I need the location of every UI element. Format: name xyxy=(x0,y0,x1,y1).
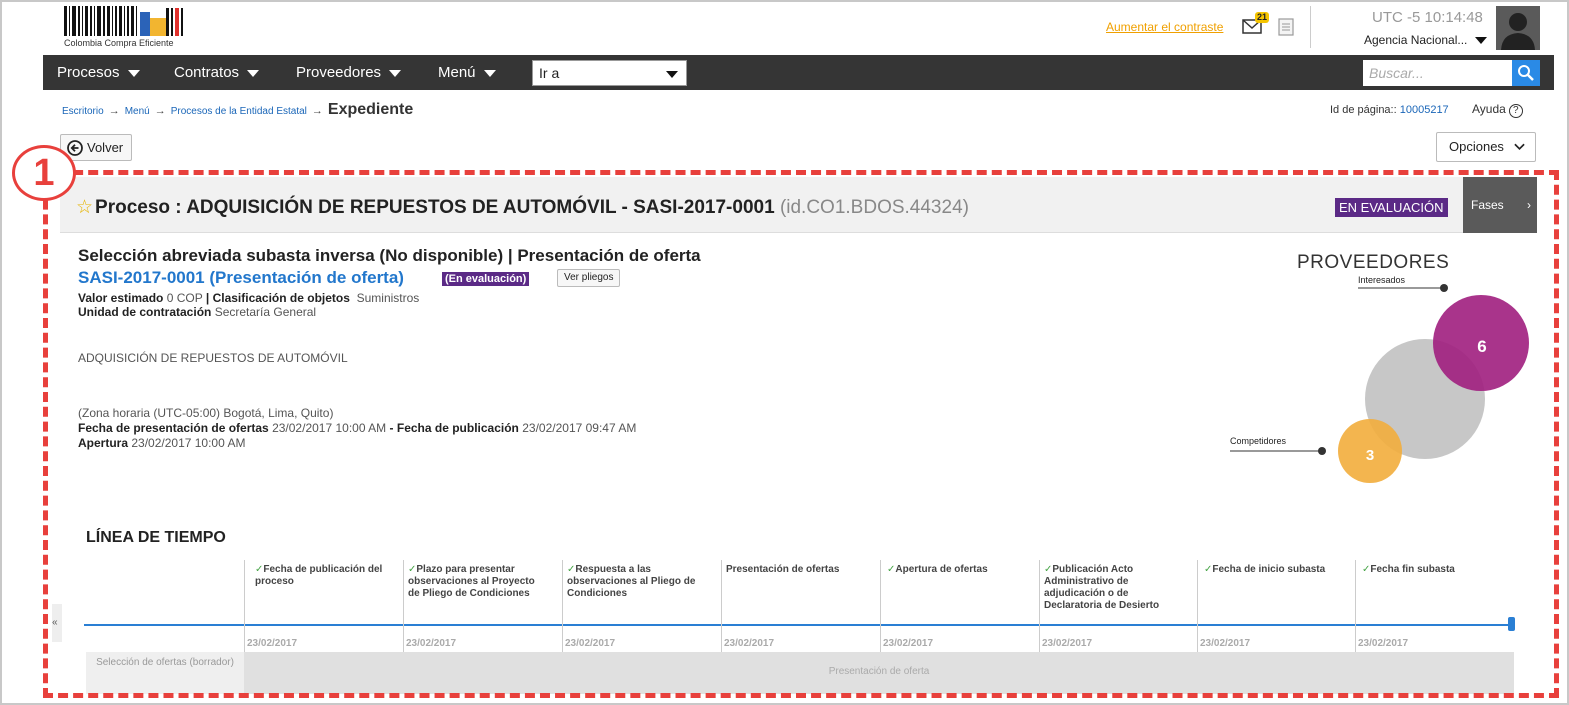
logo-text: Colombia Compra Eficiente xyxy=(64,38,174,48)
callout-number: 1 xyxy=(12,145,76,201)
search-icon xyxy=(1518,65,1534,81)
arrow-left-circle-icon xyxy=(67,140,83,156)
options-label: Opciones xyxy=(1449,139,1504,154)
nav-proveedores-label: Proveedores xyxy=(296,64,382,81)
user-silhouette-icon xyxy=(1496,6,1540,50)
chevron-down-icon xyxy=(127,69,140,77)
breadcrumb-menu[interactable]: Menú xyxy=(125,106,150,117)
arrow-right-icon: → xyxy=(154,105,166,117)
breadcrumb: Escritorio → Menú → Procesos de la Entidad E… xyxy=(62,101,413,119)
main-navbar: Procesos Contratos Proveedores Menú Ir a… xyxy=(43,55,1554,90)
nav-proveedores[interactable]: Proveedores xyxy=(296,55,402,90)
goto-select[interactable]: Ir a xyxy=(532,60,687,86)
increase-contrast-link[interactable]: Aumentar el contraste xyxy=(1106,20,1223,34)
back-label: Volver xyxy=(87,140,124,155)
page-id: Id de página:: 10005217 xyxy=(1330,104,1449,116)
breadcrumb-escritorio[interactable]: Escritorio xyxy=(62,106,104,117)
nav-contratos-label: Contratos xyxy=(174,64,240,81)
breadcrumb-procesos[interactable]: Procesos de la Entidad Estatal xyxy=(171,106,307,117)
nav-menu[interactable]: Menú xyxy=(438,55,496,90)
help-label: Ayuda xyxy=(1472,102,1506,116)
options-button[interactable]: Opciones xyxy=(1436,132,1536,162)
barcode-logo-icon xyxy=(64,6,183,36)
chevron-down-icon xyxy=(1475,37,1488,45)
search-button[interactable] xyxy=(1512,60,1540,86)
search-input[interactable]: Buscar... xyxy=(1363,60,1512,86)
nav-procesos-label: Procesos xyxy=(57,64,120,81)
arrow-right-icon: → xyxy=(108,105,120,117)
chevron-down-icon xyxy=(389,69,402,77)
nav-contratos[interactable]: Contratos xyxy=(174,55,260,90)
chevron-down-icon xyxy=(483,69,496,77)
question-icon: ? xyxy=(1508,104,1523,118)
logo[interactable]: Colombia Compra Eficiente xyxy=(64,6,194,50)
agency-selector[interactable]: Agencia Nacional... xyxy=(1364,33,1488,47)
highlight-box xyxy=(43,170,1559,698)
chevron-down-icon xyxy=(666,71,678,78)
timezone-label: UTC -5 xyxy=(1372,9,1421,26)
documents-icon[interactable] xyxy=(1276,18,1296,36)
nav-procesos[interactable]: Procesos xyxy=(57,55,140,90)
time-label: 10:14:48 xyxy=(1424,9,1483,26)
nav-menu-label: Menú xyxy=(438,64,476,81)
goto-label: Ir a xyxy=(539,65,560,81)
page-id-value: 10005217 xyxy=(1399,104,1449,116)
chevron-down-icon xyxy=(1513,143,1525,151)
help-link[interactable]: Ayuda? xyxy=(1472,102,1523,118)
chevron-down-icon xyxy=(247,69,260,77)
clock: UTC -5 10:14:48 xyxy=(1372,9,1483,26)
mail-count-badge: 21 xyxy=(1255,12,1270,23)
header-divider xyxy=(1310,6,1311,48)
breadcrumb-current: Expediente xyxy=(327,101,414,118)
avatar[interactable] xyxy=(1496,6,1540,50)
page-id-label: Id de página:: xyxy=(1330,104,1397,116)
arrow-right-icon: → xyxy=(311,105,323,117)
agency-label: Agencia Nacional... xyxy=(1364,33,1468,47)
